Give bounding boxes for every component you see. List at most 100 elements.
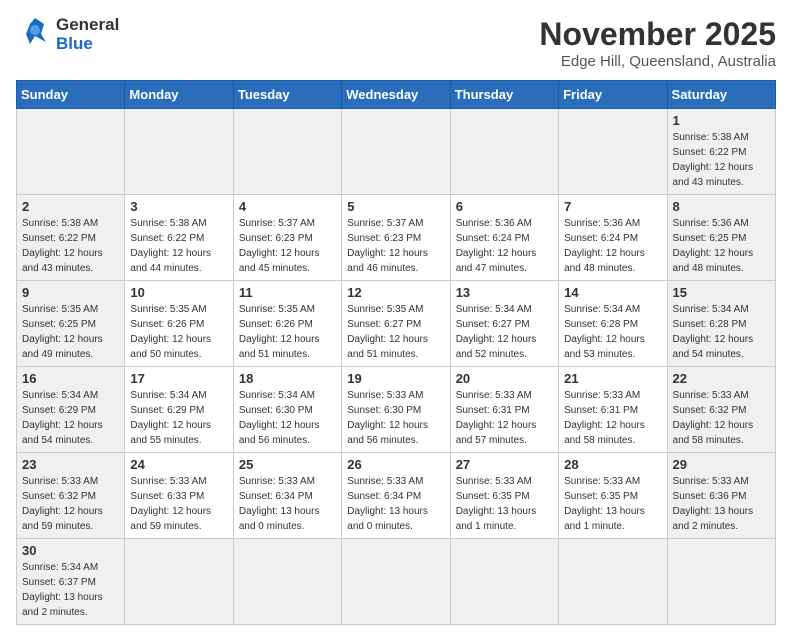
day-info: Sunrise: 5:35 AM Sunset: 6:26 PM Dayligh… <box>239 302 336 362</box>
logo-icon <box>16 16 54 54</box>
calendar-cell: 5 Sunrise: 5:37 AM Sunset: 6:23 PM Daylig… <box>342 195 450 281</box>
day-info: Sunrise: 5:33 AM Sunset: 6:31 PM Dayligh… <box>564 388 661 448</box>
calendar-cell: 7 Sunrise: 5:36 AM Sunset: 6:24 PM Daylig… <box>559 195 667 281</box>
weekday-header-thursday: Thursday <box>450 81 558 109</box>
calendar-cell: 12Sunrise: 5:35 AM Sunset: 6:27 PM Dayli… <box>342 281 450 367</box>
calendar-cell: 3 Sunrise: 5:38 AM Sunset: 6:22 PM Daylig… <box>125 195 233 281</box>
day-info: Sunrise: 5:34 AM Sunset: 6:30 PM Dayligh… <box>239 388 336 448</box>
day-number: 16 <box>22 371 119 386</box>
calendar-cell: 18 Sunrise: 5:34 AM Sunset: 6:30 PM Dayli… <box>233 367 341 453</box>
day-number: 20 <box>456 371 553 386</box>
day-number: 2 <box>22 199 119 214</box>
weekday-header-monday: Monday <box>125 81 233 109</box>
calendar-cell: 29 Sunrise: 5:33 AM Sunset: 6:36 PM Dayli… <box>667 453 775 539</box>
weekday-header-tuesday: Tuesday <box>233 81 341 109</box>
calendar-cell <box>17 109 125 195</box>
calendar-cell: 23Sunrise: 5:33 AM Sunset: 6:32 PM Dayli… <box>17 453 125 539</box>
calendar-week-row: 9Sunrise: 5:35 AM Sunset: 6:25 PM Daylig… <box>17 281 776 367</box>
day-number: 13 <box>456 285 553 300</box>
month-title: November 2025 <box>539 16 776 53</box>
day-info: Sunrise: 5:33 AM Sunset: 6:36 PM Dayligh… <box>673 474 770 534</box>
calendar-week-row: 1 Sunrise: 5:38 AM Sunset: 6:22 PM Daylig… <box>17 109 776 195</box>
calendar-week-row: 2 Sunrise: 5:38 AM Sunset: 6:22 PM Daylig… <box>17 195 776 281</box>
day-info: Sunrise: 5:38 AM Sunset: 6:22 PM Dayligh… <box>130 216 227 276</box>
calendar-week-row: 16 Sunrise: 5:34 AM Sunset: 6:29 PM Dayli… <box>17 367 776 453</box>
day-number: 15 <box>673 285 770 300</box>
day-info: Sunrise: 5:38 AM Sunset: 6:22 PM Dayligh… <box>673 130 770 190</box>
day-info: Sunrise: 5:35 AM Sunset: 6:27 PM Dayligh… <box>347 302 444 362</box>
day-info: Sunrise: 5:33 AM Sunset: 6:30 PM Dayligh… <box>347 388 444 448</box>
day-number: 7 <box>564 199 661 214</box>
calendar-cell: 14 Sunrise: 5:34 AM Sunset: 6:28 PM Dayli… <box>559 281 667 367</box>
day-number: 3 <box>130 199 227 214</box>
day-info: Sunrise: 5:37 AM Sunset: 6:23 PM Dayligh… <box>239 216 336 276</box>
logo: General Blue <box>16 16 119 54</box>
calendar-cell: 17Sunrise: 5:34 AM Sunset: 6:29 PM Dayli… <box>125 367 233 453</box>
logo-wrapper: General Blue <box>16 16 119 54</box>
day-info: Sunrise: 5:34 AM Sunset: 6:27 PM Dayligh… <box>456 302 553 362</box>
day-info: Sunrise: 5:34 AM Sunset: 6:28 PM Dayligh… <box>564 302 661 362</box>
day-number: 27 <box>456 457 553 472</box>
weekday-header-sunday: Sunday <box>17 81 125 109</box>
calendar-cell <box>233 109 341 195</box>
calendar-cell: 6 Sunrise: 5:36 AM Sunset: 6:24 PM Daylig… <box>450 195 558 281</box>
logo-general-text: General <box>56 16 119 35</box>
calendar-cell: 15 Sunrise: 5:34 AM Sunset: 6:28 PM Dayli… <box>667 281 775 367</box>
day-info: Sunrise: 5:38 AM Sunset: 6:22 PM Dayligh… <box>22 216 119 276</box>
day-info: Sunrise: 5:33 AM Sunset: 6:34 PM Dayligh… <box>239 474 336 534</box>
calendar-cell: 26 Sunrise: 5:33 AM Sunset: 6:34 PM Dayli… <box>342 453 450 539</box>
day-number: 30 <box>22 543 119 558</box>
calendar-cell <box>125 109 233 195</box>
day-info: Sunrise: 5:34 AM Sunset: 6:28 PM Dayligh… <box>673 302 770 362</box>
day-number: 19 <box>347 371 444 386</box>
calendar-cell: 22Sunrise: 5:33 AM Sunset: 6:32 PM Dayli… <box>667 367 775 453</box>
day-info: Sunrise: 5:34 AM Sunset: 6:29 PM Dayligh… <box>130 388 227 448</box>
calendar-cell: 27Sunrise: 5:33 AM Sunset: 6:35 PM Dayli… <box>450 453 558 539</box>
calendar-cell <box>559 109 667 195</box>
day-number: 1 <box>673 113 770 128</box>
day-info: Sunrise: 5:36 AM Sunset: 6:24 PM Dayligh… <box>564 216 661 276</box>
calendar-cell: 8Sunrise: 5:36 AM Sunset: 6:25 PM Daylig… <box>667 195 775 281</box>
calendar-cell: 21 Sunrise: 5:33 AM Sunset: 6:31 PM Dayli… <box>559 367 667 453</box>
day-info: Sunrise: 5:33 AM Sunset: 6:33 PM Dayligh… <box>130 474 227 534</box>
day-number: 6 <box>456 199 553 214</box>
day-info: Sunrise: 5:37 AM Sunset: 6:23 PM Dayligh… <box>347 216 444 276</box>
calendar-cell: 28Sunrise: 5:33 AM Sunset: 6:35 PM Dayli… <box>559 453 667 539</box>
day-number: 14 <box>564 285 661 300</box>
logo-blue-text: Blue <box>56 35 119 54</box>
day-number: 26 <box>347 457 444 472</box>
day-number: 5 <box>347 199 444 214</box>
day-number: 9 <box>22 285 119 300</box>
day-info: Sunrise: 5:33 AM Sunset: 6:31 PM Dayligh… <box>456 388 553 448</box>
calendar-cell: 10Sunrise: 5:35 AM Sunset: 6:26 PM Dayli… <box>125 281 233 367</box>
day-number: 4 <box>239 199 336 214</box>
day-number: 10 <box>130 285 227 300</box>
weekday-header-row: SundayMondayTuesdayWednesdayThursdayFrid… <box>17 81 776 109</box>
calendar-table: SundayMondayTuesdayWednesdayThursdayFrid… <box>16 80 776 625</box>
weekday-header-saturday: Saturday <box>667 81 775 109</box>
day-number: 25 <box>239 457 336 472</box>
day-number: 24 <box>130 457 227 472</box>
day-info: Sunrise: 5:33 AM Sunset: 6:32 PM Dayligh… <box>22 474 119 534</box>
weekday-header-wednesday: Wednesday <box>342 81 450 109</box>
day-number: 21 <box>564 371 661 386</box>
weekday-header-friday: Friday <box>559 81 667 109</box>
day-info: Sunrise: 5:33 AM Sunset: 6:34 PM Dayligh… <box>347 474 444 534</box>
calendar-cell: 2 Sunrise: 5:38 AM Sunset: 6:22 PM Daylig… <box>17 195 125 281</box>
calendar-cell: 1 Sunrise: 5:38 AM Sunset: 6:22 PM Daylig… <box>667 109 775 195</box>
day-number: 29 <box>673 457 770 472</box>
day-number: 22 <box>673 371 770 386</box>
day-number: 28 <box>564 457 661 472</box>
calendar-cell: 13 Sunrise: 5:34 AM Sunset: 6:27 PM Dayli… <box>450 281 558 367</box>
calendar-cell: 24 Sunrise: 5:33 AM Sunset: 6:33 PM Dayli… <box>125 453 233 539</box>
day-number: 18 <box>239 371 336 386</box>
calendar-cell: 25 Sunrise: 5:33 AM Sunset: 6:34 PM Dayli… <box>233 453 341 539</box>
calendar-cell: 20 Sunrise: 5:33 AM Sunset: 6:31 PM Dayli… <box>450 367 558 453</box>
page-header: General Blue November 2025 Edge Hill, Qu… <box>16 16 776 70</box>
day-info: Sunrise: 5:34 AM Sunset: 6:37 PM Dayligh… <box>22 560 119 620</box>
calendar-cell: 9Sunrise: 5:35 AM Sunset: 6:25 PM Daylig… <box>17 281 125 367</box>
calendar-cell: 4 Sunrise: 5:37 AM Sunset: 6:23 PM Daylig… <box>233 195 341 281</box>
calendar-week-row: 23Sunrise: 5:33 AM Sunset: 6:32 PM Dayli… <box>17 453 776 539</box>
day-info: Sunrise: 5:36 AM Sunset: 6:24 PM Dayligh… <box>456 216 553 276</box>
calendar-cell <box>450 109 558 195</box>
